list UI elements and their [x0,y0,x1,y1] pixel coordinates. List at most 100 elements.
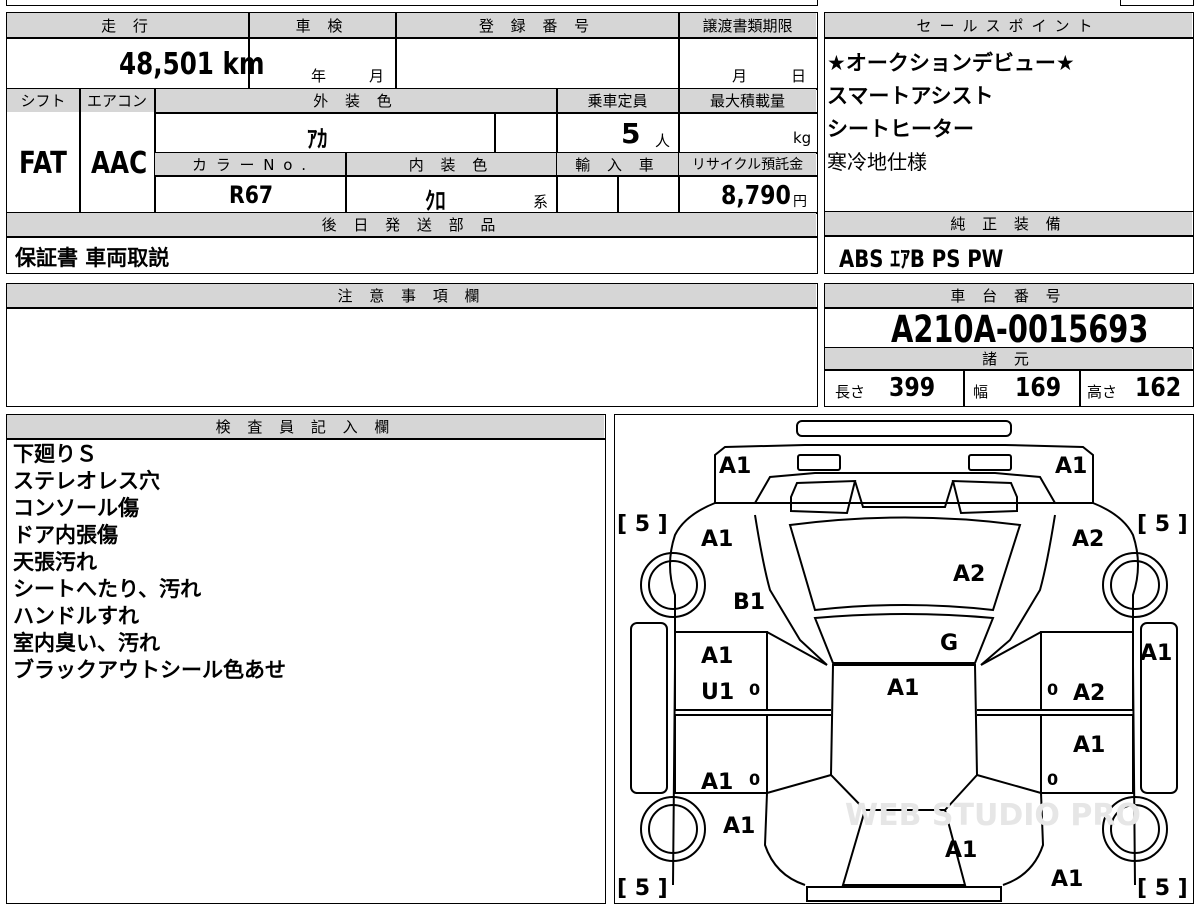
damage-mark: A1 [701,644,733,669]
length-value: 399 [889,373,936,403]
exterior-color-header: 外 装 色 [155,89,556,112]
small-mark: 0 [749,770,760,789]
damage-mark: A1 [945,838,977,863]
height-label: 高さ [1087,383,1118,401]
color-no-header: カ ラ ー N o . [155,153,345,175]
right-fender-line [980,514,1056,666]
sales-point-item: 寒冷地仕様 [827,150,927,174]
top-clipped-row [6,0,818,6]
capacity-header: 乗車定員 [557,89,678,112]
damage-mark: A1 [887,676,919,701]
import-header: 輸 入 車 [557,153,678,175]
later-parts-value: 保証書 車両取説 [15,246,170,270]
width-value: 169 [1015,373,1062,403]
inspector-line: ハンドルすれ [13,604,139,628]
deadline-month-unit: 月 [732,67,748,85]
damage-mark: A1 [1055,454,1087,479]
sales-point-item: ★オークションデビュー★ [827,51,1075,75]
mileage-header: 走 行 [7,13,248,37]
shift-header: シフト [7,89,79,112]
damage-mark: B1 [733,590,765,615]
recycle-header: リサイクル預託金 [679,153,816,175]
damage-mark: A1 [701,527,733,552]
later-parts-header: 後 日 発 送 部 品 [7,213,816,236]
sales-points-header: セールスポイント [825,13,1192,37]
damage-mark: A2 [1073,681,1105,706]
color-no-value: R67 [229,181,274,209]
damage-mark: A2 [1072,527,1104,552]
capacity-unit: 人 [655,132,671,150]
damage-mark: A1 [719,454,751,479]
tire-mark-front-right: [ 5 ] [1137,512,1188,537]
capacity-value: 5 [621,117,641,150]
shaken-header: 車 検 [249,13,395,37]
inspector-line: 天張汚れ [13,550,97,574]
registration-header: 登 録 番 号 [396,13,678,37]
inspector-line: ドア内張傷 [13,523,118,547]
car-damage-diagram: WEB STUDIO PRO [ 5 ] [ 5 ] [ 5 ] [ 5 ] A… [614,414,1194,904]
left-rear-quarter [763,792,806,886]
damage-mark: G [940,631,958,656]
damage-mark: A1 [1051,867,1083,892]
exterior-color-value: ｱｶ [307,125,328,153]
inspector-box: 検 査 員 記 入 欄 下廻りＳ ステレオレス穴 コンソール傷 ドア内張傷 天張… [6,414,606,904]
damage-mark: A2 [953,562,985,587]
sales-point-item: シートヒーター [827,117,974,141]
recycle-unit: 円 [793,194,807,210]
deadline-day-unit: 日 [791,67,807,85]
interior-color-unit: 系 [533,193,549,211]
standard-equipment-box: 純 正 装 備 ABS ｴｱB PS PW [824,212,1194,274]
left-side-sill [630,622,668,794]
inspector-line: 室内臭い、汚れ [13,631,160,655]
shaken-year-unit: 年 [311,67,327,85]
headlight-right [968,454,1012,471]
sales-points-box: セールスポイント ★オークションデビュー★ スマートアシスト シートヒーター 寒… [824,12,1194,212]
hood-outline [754,472,1056,504]
notes-box: 注 意 事 項 欄 [6,283,818,407]
vent-left [790,479,857,515]
chassis-header: 車 台 番 号 [825,284,1192,307]
inspector-line: 下廻りＳ [13,442,97,466]
damage-mark: U1 [701,680,734,705]
aircon-header: エアコン [80,89,154,112]
chassis-number: A210A-0015693 [891,308,1149,351]
inspector-line: ステレオレス穴 [13,469,160,493]
inspector-header: 検 査 員 記 入 欄 [7,415,604,438]
damage-mark: A1 [1073,733,1105,758]
rear-bumper [806,886,1002,902]
small-mark: 0 [1047,680,1058,699]
deadline-header: 譲渡書類期限 [679,13,816,37]
inspector-line: コンソール傷 [13,496,139,520]
tire-mark-front-left: [ 5 ] [617,512,668,537]
aircon-value: AAC [91,146,148,181]
damage-mark: A1 [701,770,733,795]
inspector-lines: 下廻りＳ ステレオレス穴 コンソール傷 ドア内張傷 天張汚れ シートへたり、汚れ… [13,441,286,684]
tire-mark-rear-left: [ 5 ] [617,876,668,901]
standard-equipment-value: ABS ｴｱB PS PW [839,245,1004,273]
top-clipped-row-right [1120,0,1194,6]
damage-mark: A1 [723,814,755,839]
max-load-unit: kg [793,129,812,147]
interior-color-value: ｸﾛ [425,187,446,215]
spec-header: 諸 元 [825,348,1192,369]
windshield [788,516,1022,612]
mileage-value: 48,501 km [119,47,265,82]
small-mark: 0 [1047,770,1058,789]
left-fender-line [754,514,828,666]
vent-right [951,479,1018,515]
sales-point-item: スマートアシスト [827,84,994,108]
sales-points-list: ★オークションデビュー★ スマートアシスト シートヒーター 寒冷地仕様 [827,47,1075,179]
small-mark: 0 [749,680,760,699]
width-label: 幅 [973,383,989,401]
length-label: 長さ [835,383,866,401]
notes-header: 注 意 事 項 欄 [7,284,816,307]
recycle-value: 8,790 [721,181,791,211]
roof-front [813,613,995,664]
standard-equipment-header: 純 正 装 備 [825,212,1192,235]
shift-value: FAT [19,146,67,181]
interior-color-header: 内 装 色 [346,153,556,175]
shaken-month-unit: 月 [369,67,385,85]
vehicle-info-table: 走 行 車 検 登 録 番 号 譲渡書類期限 48,501 km 年 月 月 日… [6,12,818,274]
inspector-line: ブラックアウトシール色あせ [13,658,286,682]
headlight-left [797,454,841,471]
